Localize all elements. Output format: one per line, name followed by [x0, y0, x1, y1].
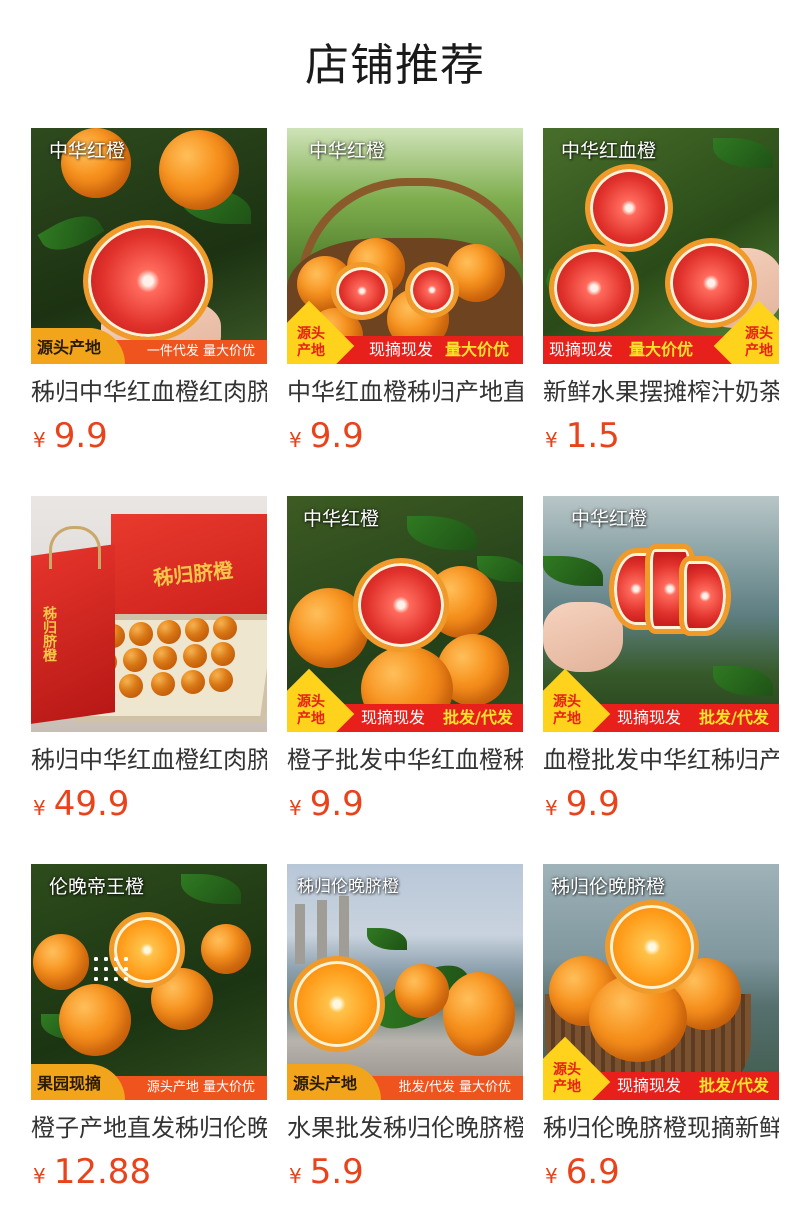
product-name[interactable]: 秭归伦晚脐橙现摘新鲜 — [543, 1112, 779, 1144]
product-overlay-title: 中华红橙 — [571, 508, 648, 530]
product-name[interactable]: 秭归中华红血橙红肉脐橙 — [31, 376, 267, 408]
product-price: ¥1.5 — [545, 416, 620, 460]
product-name[interactable]: 橙子批发中华红血橙秭归 — [287, 744, 523, 776]
product-card[interactable]: 伦晚帝王橙 果园现摘 源头产地 量大价优 橙子产地直发秭归伦晚脐橙 ¥12.88 — [31, 864, 267, 1204]
currency-symbol: ¥ — [545, 1164, 558, 1188]
product-price: ¥9.9 — [545, 784, 620, 828]
promo-text: 源头产地 量大价优 — [146, 1080, 255, 1095]
promo-strip: 果园现摘 源头产地 量大价优 — [31, 1064, 267, 1100]
promo-text: 现摘现发 — [617, 708, 682, 727]
product-overlay-title: 中华红血橙 — [561, 140, 657, 162]
product-image[interactable]: 秭归伦晚脐橙 现摘现发 批发/代发 源头 产地 — [543, 864, 779, 1100]
product-name[interactable]: 血橙批发中华红秭归产地 — [543, 744, 779, 776]
currency-symbol: ¥ — [545, 428, 558, 452]
price-value: 9.9 — [53, 416, 108, 456]
currency-symbol: ¥ — [33, 1164, 46, 1188]
promo-strip: 源头产地 一件代发 量大价优 — [31, 328, 267, 364]
product-price: ¥9.9 — [33, 416, 108, 460]
product-image[interactable]: 中华红血橙 现摘现发 量大价优 源头 产地 — [543, 128, 779, 364]
promo-text: 现摘现发 — [369, 340, 434, 359]
product-card[interactable]: 中华红橙 现摘现发 批发/代发 源头 产地 橙子批发中华红血橙秭归 ¥9.9 — [287, 496, 523, 836]
product-price: ¥6.9 — [545, 1152, 620, 1196]
product-name[interactable]: 秭归中华红血橙红肉脐橙 — [31, 744, 267, 776]
product-overlay-title: 中华红橙 — [303, 508, 380, 530]
product-price: ¥12.88 — [33, 1152, 151, 1196]
page-title: 店铺推荐 — [305, 40, 485, 91]
product-image[interactable]: 中华红橙 现摘现发 批发/代发 源头 产地 — [543, 496, 779, 732]
currency-symbol: ¥ — [289, 428, 302, 452]
product-card[interactable]: 中华红橙 现摘现发 量大价优 源头 产地 中华红血橙秭归产地直发 ¥9.9 — [287, 128, 523, 468]
price-value: 6.9 — [565, 1152, 620, 1192]
promo-text: 现摘现发 — [549, 340, 614, 359]
promo-highlight: 批发/代发 — [699, 1076, 769, 1095]
product-image[interactable]: 秭归脐橙 秭归脐橙 — [31, 496, 267, 732]
product-price: ¥49.9 — [33, 784, 129, 828]
price-value: 49.9 — [53, 784, 130, 824]
promo-text: 批发/代发 量大价优 — [398, 1080, 511, 1095]
promo-highlight: 批发/代发 — [699, 708, 769, 727]
product-name[interactable]: 中华红血橙秭归产地直发 — [287, 376, 523, 408]
promo-text: 现摘现发 — [617, 1076, 682, 1095]
currency-symbol: ¥ — [289, 1164, 302, 1188]
product-card[interactable]: 中华红橙 源头产地 一件代发 量大价优 秭归中华红血橙红肉脐橙 ¥9.9 — [31, 128, 267, 468]
product-card[interactable]: 中华红血橙 现摘现发 量大价优 源头 产地 新鲜水果摆摊榨汁奶茶店 ¥1.5 — [543, 128, 779, 468]
origin-badge-text: 源头 产地 — [297, 694, 325, 727]
product-name[interactable]: 水果批发秭归伦晚脐橙新鲜 — [287, 1112, 523, 1144]
price-value: 9.9 — [565, 784, 620, 824]
bag-text: 秭归脐橙 — [41, 606, 57, 662]
currency-symbol: ¥ — [545, 796, 558, 820]
price-value: 5.9 — [309, 1152, 364, 1192]
product-overlay-title: 中华红橙 — [309, 140, 386, 162]
product-overlay-title: 伦晚帝王橙 — [49, 876, 145, 898]
origin-badge-text: 源头 产地 — [553, 694, 581, 727]
product-name[interactable]: 新鲜水果摆摊榨汁奶茶店 — [543, 376, 779, 408]
promo-text: 现摘现发 — [361, 708, 426, 727]
product-overlay-title: 秭归伦晚脐橙 — [551, 876, 666, 898]
product-price: ¥5.9 — [289, 1152, 364, 1196]
product-image[interactable]: 伦晚帝王橙 果园现摘 源头产地 量大价优 — [31, 864, 267, 1100]
price-value: 9.9 — [309, 416, 364, 456]
promo-text: 一件代发 量大价优 — [146, 344, 255, 359]
origin-badge-text: 源头 产地 — [297, 326, 325, 359]
price-value: 12.88 — [53, 1152, 152, 1192]
product-price: ¥9.9 — [289, 416, 364, 460]
product-name[interactable]: 橙子产地直发秭归伦晚脐橙 — [31, 1112, 267, 1144]
price-value: 9.9 — [309, 784, 364, 824]
product-card[interactable]: 秭归伦晚脐橙 现摘现发 批发/代发 源头 产地 秭归伦晚脐橙现摘新鲜 ¥6.9 — [543, 864, 779, 1204]
product-price: ¥9.9 — [289, 784, 364, 828]
promo-highlight: 批发/代发 — [443, 708, 513, 727]
product-card[interactable]: 秭归脐橙 秭归脐橙 秭归中华红血橙红肉脐橙 ¥49.9 — [31, 496, 267, 836]
product-overlay-title: 中华红橙 — [49, 140, 126, 162]
promo-strip: 源头产地 批发/代发 量大价优 — [287, 1064, 523, 1100]
product-card[interactable]: 中华红橙 现摘现发 批发/代发 源头 产地 血橙批发中华红秭归产地 ¥9.9 — [543, 496, 779, 836]
product-overlay-title: 秭归伦晚脐橙 — [297, 877, 399, 897]
product-image[interactable]: 秭归伦晚脐橙 源头产地 批发/代发 量大价优 — [287, 864, 523, 1100]
price-value: 1.5 — [565, 416, 620, 456]
currency-symbol: ¥ — [33, 428, 46, 452]
promo-highlight: 量大价优 — [629, 340, 694, 359]
currency-symbol: ¥ — [289, 796, 302, 820]
origin-badge-text: 源头 产地 — [745, 326, 773, 359]
product-image[interactable]: 中华红橙 现摘现发 量大价优 源头 产地 — [287, 128, 523, 364]
product-card[interactable]: 秭归伦晚脐橙 源头产地 批发/代发 量大价优 水果批发秭归伦晚脐橙新鲜 ¥5.9 — [287, 864, 523, 1204]
product-image[interactable]: 中华红橙 源头产地 一件代发 量大价优 — [31, 128, 267, 364]
origin-badge-text: 源头 产地 — [553, 1062, 581, 1095]
currency-symbol: ¥ — [33, 796, 46, 820]
product-image[interactable]: 中华红橙 现摘现发 批发/代发 源头 产地 — [287, 496, 523, 732]
promo-highlight: 量大价优 — [445, 340, 510, 359]
